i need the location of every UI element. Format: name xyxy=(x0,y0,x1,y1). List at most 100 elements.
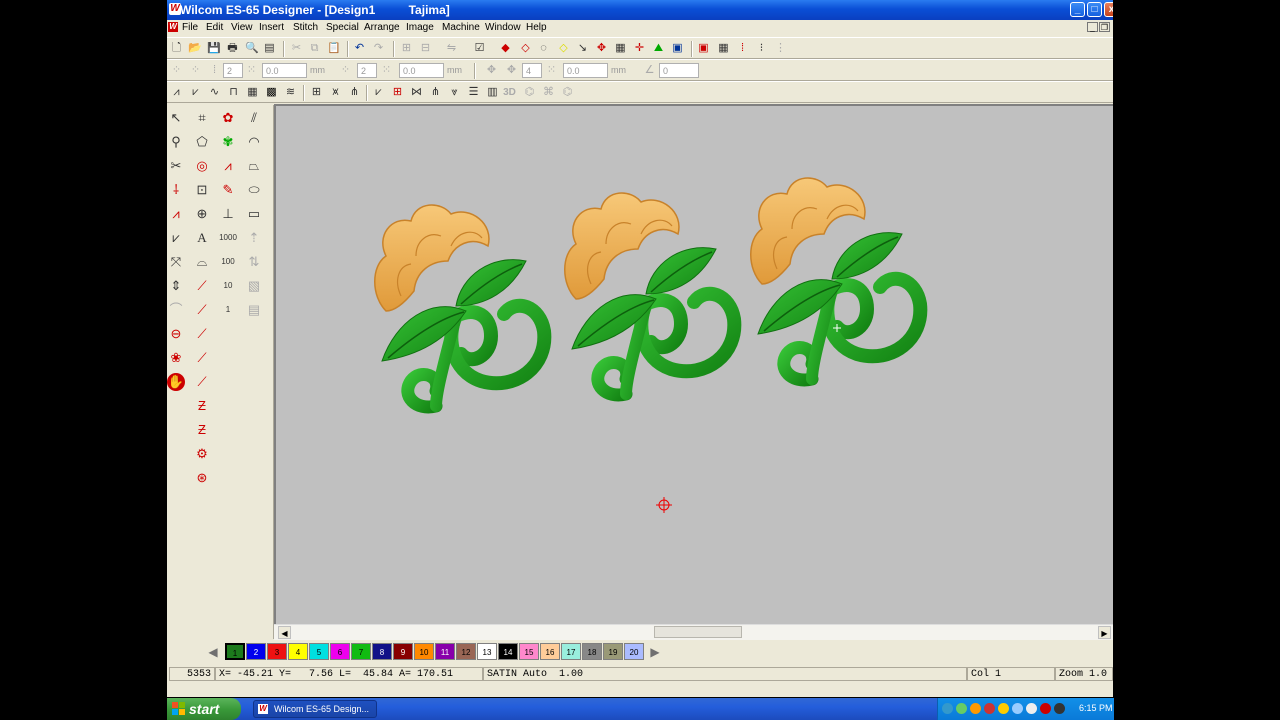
stitch-type-1-icon[interactable]: ⩘ xyxy=(170,86,183,99)
backstitch-icon[interactable]: ⟋ xyxy=(193,325,211,343)
stitch-count-100-label[interactable]: 100 xyxy=(219,253,237,271)
taskbar-item-wilcom[interactable]: W Wilcom ES-65 Design... xyxy=(253,700,377,718)
flower-icon[interactable]: ✿ xyxy=(219,109,237,127)
menu-insert[interactable]: Insert xyxy=(259,22,284,33)
stitch-type-4-icon[interactable]: ⊓ xyxy=(227,86,240,99)
3d-icon[interactable]: 3D xyxy=(503,86,516,99)
color-swatch-5[interactable]: 5 xyxy=(309,643,329,660)
machine-function-icon[interactable]: ⊥ xyxy=(219,205,237,223)
run-stitch-icon[interactable]: ⟋ xyxy=(193,277,211,295)
cut-scissors-icon[interactable]: ✂ xyxy=(290,42,303,55)
color-swatch-4[interactable]: 4 xyxy=(288,643,308,660)
menu-help[interactable]: Help xyxy=(526,22,547,33)
checkbox-icon[interactable]: ☑ xyxy=(473,42,486,55)
rectangle-tool-icon[interactable]: ▭ xyxy=(245,205,263,223)
color-swatch-15[interactable]: 15 xyxy=(519,643,539,660)
stitch-type-6-icon[interactable]: ▩ xyxy=(265,86,278,99)
stitch-type-5-icon[interactable]: ▦ xyxy=(246,86,259,99)
fill-zigzag-icon[interactable]: ⩘ xyxy=(219,157,237,175)
color-swatch-19[interactable]: 19 xyxy=(603,643,623,660)
fill-type-9-icon[interactable]: ☰ xyxy=(467,86,480,99)
show-stitches-icon[interactable]: ◆ xyxy=(499,42,512,55)
applique-icon[interactable]: ⚙ xyxy=(193,445,211,463)
menu-image[interactable]: Image xyxy=(406,22,434,33)
stitch-type-3-icon[interactable]: ∿ xyxy=(208,86,221,99)
auto-border-icon[interactable]: ⌒ xyxy=(167,301,185,319)
menu-arrange[interactable]: Arrange xyxy=(364,22,400,33)
arc-tool-icon[interactable]: ◠ xyxy=(245,133,263,151)
merge-icon[interactable]: ⇡ xyxy=(245,229,263,247)
stitch-count-10-label[interactable]: 10 xyxy=(219,277,237,295)
color-swatch-8[interactable]: 8 xyxy=(372,643,392,660)
color-swatch-12[interactable]: 12 xyxy=(456,643,476,660)
redo-icon[interactable]: ↷ xyxy=(372,42,385,55)
fill-type-10-icon[interactable]: ▥ xyxy=(486,86,499,99)
row-spacing-field[interactable]: 0.0 xyxy=(262,63,307,78)
monogram-icon[interactable]: ⌓ xyxy=(193,253,211,271)
show-hoop-icon[interactable]: ✛ xyxy=(633,42,646,55)
color-changes-icon[interactable]: ❀ xyxy=(167,349,185,367)
effect-3-icon[interactable]: ⌬ xyxy=(561,86,574,99)
new-file-icon[interactable]: 🗋 xyxy=(170,42,183,55)
nudge-right-icon[interactable]: ⁘ xyxy=(189,64,202,77)
color-swatch-1[interactable]: 1 xyxy=(225,643,245,660)
effect-2-icon[interactable]: ⌘ xyxy=(542,86,555,99)
mirror-icon[interactable]: ⇋ xyxy=(445,42,458,55)
spacing-icon[interactable]: ⁙ xyxy=(245,64,258,77)
digitize-closed-shape-icon[interactable]: ⬠ xyxy=(193,133,211,151)
tray-app-icon[interactable] xyxy=(1040,703,1051,714)
move-cross-alt-icon[interactable]: ✥ xyxy=(505,64,518,77)
color-swatch-11[interactable]: 11 xyxy=(435,643,455,660)
color-grid-icon[interactable]: ▦ xyxy=(717,42,730,55)
stitch-count-1-label[interactable]: 1 xyxy=(219,301,237,319)
view-design-icon[interactable]: ⛰ xyxy=(652,42,665,55)
ellipse-tool-icon[interactable]: ⬭ xyxy=(245,181,263,199)
stitch-list-icon[interactable]: ⁝ xyxy=(755,42,768,55)
nudge-left-icon[interactable]: ⁘ xyxy=(170,64,183,77)
palette-left-arrow-icon[interactable]: ◀ xyxy=(205,644,221,660)
circle-tool-icon[interactable]: ◎ xyxy=(193,157,211,175)
blanket-icon[interactable]: Ƶ xyxy=(193,421,211,439)
color-swatch-17[interactable]: 17 xyxy=(561,643,581,660)
color-swatch-10[interactable]: 10 xyxy=(414,643,434,660)
menu-special[interactable]: Special xyxy=(326,22,359,33)
travel-icon[interactable]: ⩘ xyxy=(167,205,185,223)
print-preview-icon[interactable]: 🔍 xyxy=(245,42,258,55)
scroll-thumb[interactable] xyxy=(654,626,742,638)
fill-type-2-icon[interactable]: ⩙ xyxy=(329,86,342,99)
tray-antivirus-icon[interactable] xyxy=(984,703,995,714)
sequence-icon[interactable]: ⁞ xyxy=(736,42,749,55)
zigzag-icon[interactable]: ⟋ xyxy=(193,373,211,391)
palette-right-arrow-icon[interactable]: ▶ xyxy=(647,644,663,660)
scroll-left-arrow-icon[interactable]: ◀ xyxy=(278,626,291,639)
digitize-open-shape-icon[interactable]: ⌗ xyxy=(193,109,211,127)
show-outlines-icon[interactable]: ◇ xyxy=(519,42,532,55)
satin-tool-icon[interactable]: ⩗ xyxy=(167,229,185,247)
copies-field[interactable]: 4 xyxy=(522,63,542,78)
layer-tool-icon[interactable]: ▤ xyxy=(245,301,263,319)
line-tool-icon[interactable]: ⫽ xyxy=(245,109,263,127)
sequence-tool-icon[interactable]: ⇅ xyxy=(245,253,263,271)
stemstitch-icon[interactable]: ⟋ xyxy=(193,349,211,367)
menu-window[interactable]: Window xyxy=(485,22,521,33)
design-canvas[interactable] xyxy=(274,104,1113,624)
show-needle-points-icon[interactable]: ✥ xyxy=(595,42,608,55)
color-swatch-16[interactable]: 16 xyxy=(540,643,560,660)
image-tool-icon[interactable]: ▧ xyxy=(245,277,263,295)
color-swatch-20[interactable]: 20 xyxy=(624,643,644,660)
details-icon[interactable]: ⋮ xyxy=(774,42,787,55)
color-swatch-3[interactable]: 3 xyxy=(267,643,287,660)
tray-misc-icon[interactable] xyxy=(1054,703,1065,714)
complex-fill-icon[interactable]: ⊡ xyxy=(193,181,211,199)
fill-type-5-icon[interactable]: ⊞ xyxy=(391,86,404,99)
close-button[interactable]: x xyxy=(1104,2,1113,17)
start-button[interactable]: start xyxy=(167,698,241,720)
scroll-right-arrow-icon[interactable]: ▶ xyxy=(1098,626,1111,639)
triple-run-icon[interactable]: ⟋ xyxy=(193,301,211,319)
show-connectors-icon[interactable]: ↘ xyxy=(576,42,589,55)
horizontal-scrollbar[interactable]: ◀ ▶ xyxy=(274,624,1113,640)
color-swatch-13[interactable]: 13 xyxy=(477,643,497,660)
mdi-restore-button[interactable]: ❐ xyxy=(1099,22,1110,32)
menu-file[interactable]: File xyxy=(182,22,198,33)
color-swatch-9[interactable]: 9 xyxy=(393,643,413,660)
